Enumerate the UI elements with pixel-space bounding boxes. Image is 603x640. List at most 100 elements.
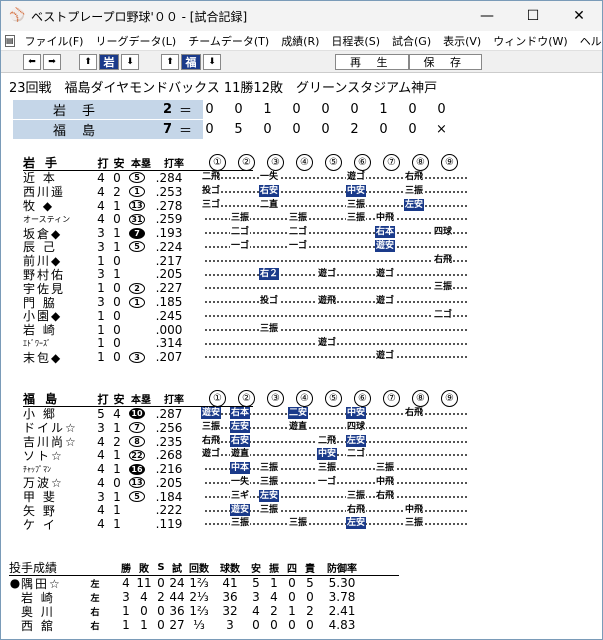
batter-at-bats: 1 <box>97 350 105 365</box>
inning-number: ⑨ <box>441 390 458 407</box>
batter-average: .227 <box>155 281 183 296</box>
at-bat-result: 三振 <box>346 212 367 225</box>
pitcher-hand: 左 <box>90 593 100 604</box>
batter-home-runs: 5 <box>129 491 145 503</box>
menu-game[interactable]: 試合(G) <box>386 33 437 49</box>
batter-name: ｴﾄﾞﾜｰｽﾞ <box>23 338 51 348</box>
menu-window[interactable]: ウィンドウ(W) <box>487 33 573 49</box>
team2-down-button[interactable]: ⬇ <box>203 53 221 70</box>
batter-average: .000 <box>155 322 183 337</box>
inning-score: 2 <box>350 121 359 137</box>
at-bat-result: 三振 <box>259 475 280 488</box>
batter-row: ソト☆ 4 1 22.268 遊ゴ 遊直 中安 二ゴ <box>23 448 467 463</box>
pitcher-stat: ⅓ <box>193 618 205 632</box>
batter-average: .205 <box>155 475 183 490</box>
batter-hits: 0 <box>113 322 121 337</box>
pitcher-stat: 5.30 <box>328 576 356 590</box>
pitcher-stat: 36 <box>169 604 185 618</box>
batter-hits: 2 <box>113 434 121 449</box>
next-game-button[interactable]: ➡ <box>43 53 61 70</box>
pitcher-stat: 41 <box>222 576 238 590</box>
at-bat-result: 一失 <box>230 475 251 488</box>
minimize-button[interactable]: — <box>464 1 510 31</box>
inning-score: 0 <box>205 121 214 137</box>
at-bat-result: 中安 <box>346 407 367 419</box>
at-bat-result: 四球 <box>346 420 367 433</box>
at-bat-result: 三振 <box>201 420 222 433</box>
at-bat-result: 三振 <box>259 503 280 516</box>
menu-help[interactable]: ヘルプ(H) <box>574 33 602 49</box>
scoreboard-row-away: 岩手 2 ＝ 0 0 1 0 0 0 1 0 0 <box>13 99 463 119</box>
menu-bar: ▤ ファイル(F) リーグデータ(L) チームデータ(T) 成績(R) 日程表(… <box>1 31 602 51</box>
at-bat-result: 右飛 <box>404 171 425 183</box>
menu-stats[interactable]: 成績(R) <box>275 33 325 49</box>
app-logo-icon: ⚾ <box>9 8 26 23</box>
batter-hr-cell: 8 <box>125 435 149 447</box>
save-button[interactable]: 保 存 <box>408 53 482 70</box>
at-bat-result: 三振 <box>259 462 280 475</box>
inning-number: ⑧ <box>412 390 429 407</box>
inning-score: 0 <box>292 121 301 137</box>
prev-game-button[interactable]: ⬅ <box>23 53 41 70</box>
at-bat-result: 三振 <box>259 322 280 335</box>
batter-average: .217 <box>155 253 183 268</box>
inning-score: 0 <box>350 101 359 117</box>
menu-schedule[interactable]: 日程表(S) <box>325 33 386 49</box>
batter-row: 末包◆ 1 0 3 .207 遊ゴ <box>23 350 467 365</box>
menu-league-data[interactable]: リーグデータ(L) <box>89 33 182 49</box>
team1-down-button[interactable]: ⬇ <box>121 53 139 70</box>
pitcher-stat: 2 <box>270 604 278 618</box>
inning-score: 0 <box>292 101 301 117</box>
inning-headers: ①②③④⑤⑥⑦⑧⑨ <box>209 154 470 171</box>
batter-at-bats: 1 <box>97 322 105 337</box>
inning-headers: ①②③④⑤⑥⑦⑧⑨ <box>209 390 470 407</box>
team2-selector[interactable]: 福 <box>181 53 201 70</box>
pitcher-stat: 27 <box>169 618 185 632</box>
team1-up-button[interactable]: ⬆ <box>79 53 97 70</box>
at-bat-result: 中安 <box>346 184 367 197</box>
dotted-leader <box>205 356 467 359</box>
batter-hr-cell: 7 <box>125 422 149 434</box>
document-icon[interactable]: ▤ <box>5 34 15 47</box>
batter-row: 岩 崎 1 0.000 三振 <box>23 322 467 337</box>
scoreboard-equals: ＝ <box>179 123 193 139</box>
menu-file[interactable]: ファイル(F) <box>19 33 90 49</box>
header-hr: 本塁 <box>131 395 151 406</box>
pitcher-stat: 36 <box>222 590 238 604</box>
pitcher-stat: 4.83 <box>328 618 356 632</box>
pitcher-stat: 0 <box>306 590 314 604</box>
batter-average: .259 <box>155 212 183 227</box>
batter-hits: 1 <box>113 239 121 254</box>
batter-hits: 0 <box>113 336 121 351</box>
batter-at-bats: 4 <box>97 475 105 490</box>
batter-home-runs: 7 <box>129 227 145 239</box>
batter-hr-cell: 1 <box>125 186 149 198</box>
batter-hr-cell: 16 <box>125 463 149 475</box>
batter-hr-cell: 5 <box>125 491 149 503</box>
at-bat-result: 二飛 <box>317 434 338 447</box>
pitching-header-cell: 試 <box>172 564 182 575</box>
batter-average: .207 <box>155 350 183 365</box>
menu-team-data[interactable]: チームデータ(T) <box>182 33 275 49</box>
batter-hits: 1 <box>113 517 121 532</box>
scoreboard-innings: 0 5 0 0 0 2 0 0 × <box>195 122 456 137</box>
maximize-button[interactable]: ☐ <box>510 1 556 31</box>
replay-button[interactable]: 再 生 <box>335 53 409 70</box>
at-bat-result: 遊ゴ <box>317 336 338 349</box>
header-at-bat: 打 <box>97 156 109 170</box>
at-bat-result: 中飛 <box>375 212 396 225</box>
at-bat-result: 右飛 <box>404 407 425 419</box>
dotted-leader <box>205 204 467 207</box>
batter-at-bats: 1 <box>97 308 105 323</box>
inning-score: 1 <box>263 101 272 117</box>
pitcher-stat: 3 <box>252 590 260 604</box>
batter-home-runs: 5 <box>129 241 145 253</box>
team2-up-button[interactable]: ⬆ <box>161 53 179 70</box>
batter-at-bats: 3 <box>97 295 105 310</box>
close-button[interactable]: ✕ <box>556 1 602 31</box>
team1-selector[interactable]: 岩 <box>99 53 119 70</box>
batter-at-bats: 4 <box>97 462 105 477</box>
menu-view[interactable]: 表示(V) <box>437 33 487 49</box>
pitcher-name: 西 舘 <box>21 618 55 633</box>
pitcher-stat: 4 <box>252 604 260 618</box>
